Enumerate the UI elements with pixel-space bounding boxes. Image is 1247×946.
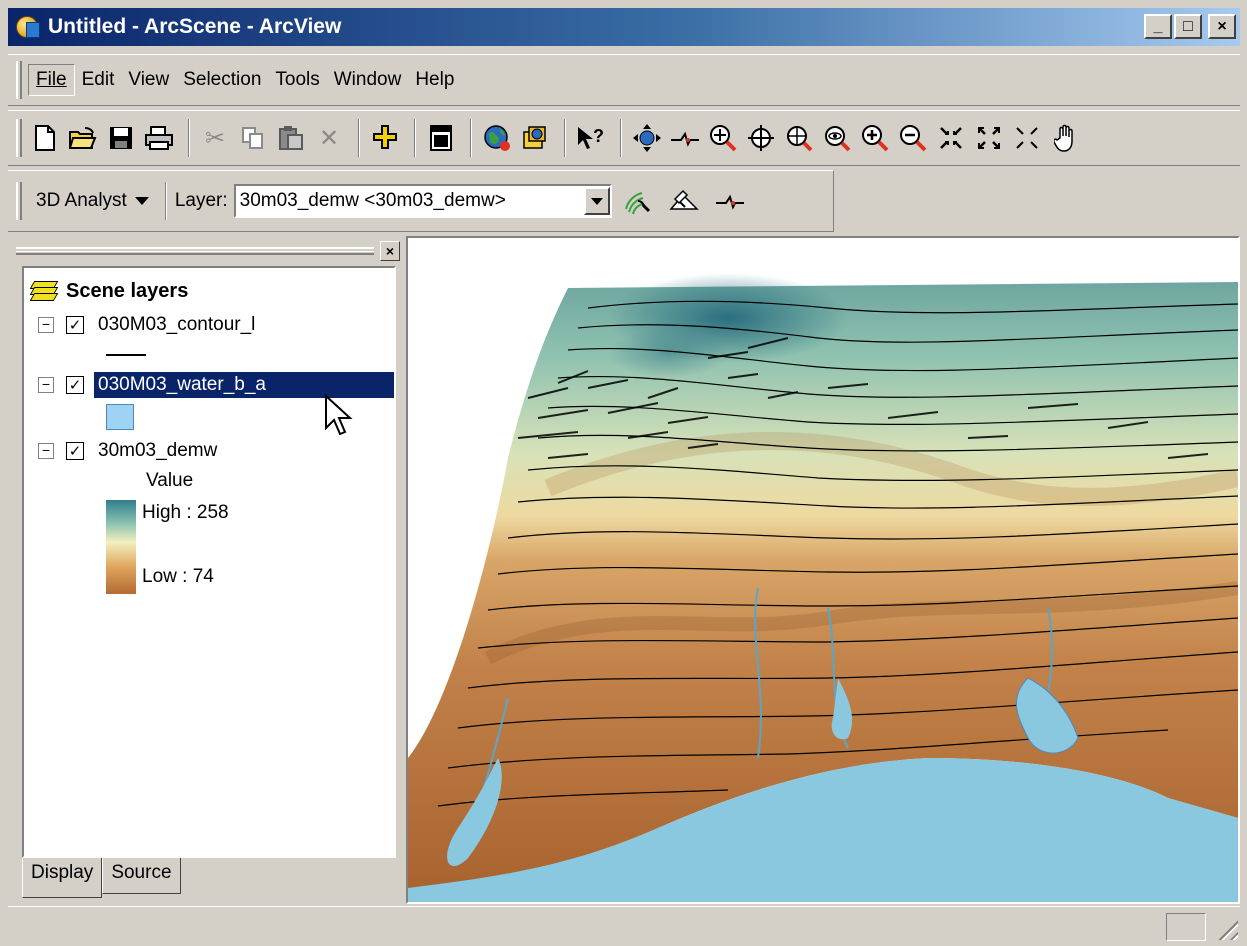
layer-row-contour[interactable]: − ✓ 030M03_contour_l	[24, 310, 259, 340]
layer-dropdown-button[interactable]	[583, 187, 610, 215]
toc-close-button[interactable]: ×	[380, 241, 400, 261]
chevron-down-icon	[590, 197, 603, 205]
tab-display[interactable]: Display	[22, 858, 103, 898]
collapse-icon[interactable]: −	[38, 317, 54, 333]
window-title: Untitled - ArcScene - ArcView	[48, 15, 342, 38]
chevron-down-icon	[134, 197, 149, 205]
interpolate-line-icon[interactable]	[710, 181, 750, 221]
resize-grip-icon[interactable]	[1214, 916, 1238, 940]
toolbar-grip[interactable]	[16, 119, 22, 157]
zoom-extent-icon[interactable]	[972, 118, 1006, 158]
standard-toolbar: ✂ ✕ ?	[8, 110, 1240, 166]
fly-icon[interactable]	[668, 118, 702, 158]
scene-layers-title: Scene layers	[66, 279, 189, 302]
table-of-contents: Scene layers − ✓ 030M03_contour_l − ✓ 03…	[22, 266, 396, 858]
open-folder-icon[interactable]	[66, 118, 100, 158]
layer-visibility-checkbox[interactable]: ✓	[66, 316, 84, 334]
set-observer-icon[interactable]	[820, 118, 854, 158]
terrain-surface[interactable]	[408, 238, 1238, 902]
zoom-out-icon[interactable]	[896, 118, 930, 158]
layer-visibility-checkbox[interactable]: ✓	[66, 442, 84, 460]
zoom-in-icon[interactable]	[858, 118, 892, 158]
layer-dropdown-value: 30m03_demw <30m03_demw>	[239, 190, 506, 211]
elevation-color-ramp	[106, 500, 136, 594]
arcscene-app-icon[interactable]	[16, 14, 42, 40]
globe-icon[interactable]	[480, 118, 514, 158]
menu-edit[interactable]: Edit	[75, 65, 122, 95]
copy-icon[interactable]	[236, 118, 270, 158]
window-controls: _ □ ×	[1144, 14, 1236, 39]
save-icon[interactable]	[104, 118, 138, 158]
scene-layers-header[interactable]: Scene layers	[24, 276, 188, 306]
svg-text:?: ?	[593, 126, 604, 146]
tab-source[interactable]: Source	[102, 858, 181, 894]
layer-row-dem[interactable]: − ✓ 30m03_demw	[24, 436, 221, 466]
layer-label: Layer:	[174, 190, 228, 211]
menu-file-label: File	[36, 69, 67, 90]
analyst-toolbar-grip[interactable]	[16, 182, 22, 220]
legend-high-label: High : 258	[142, 502, 229, 523]
zoom-extent-small-icon[interactable]	[1010, 118, 1044, 158]
menu-tools[interactable]: Tools	[268, 65, 326, 95]
menu-view[interactable]: View	[121, 65, 176, 95]
mouse-pointer-icon	[325, 394, 353, 436]
zoom-target-icon[interactable]	[706, 118, 740, 158]
status-pane	[1166, 913, 1206, 941]
3d-analyst-label: 3D Analyst	[36, 190, 127, 211]
legend-low-label: Low : 74	[142, 566, 214, 587]
collapse-icon[interactable]: −	[38, 377, 54, 393]
collapse-icon[interactable]: −	[38, 443, 54, 459]
steepest-path-icon[interactable]	[664, 181, 704, 221]
maximize-button[interactable]: □	[1174, 14, 1202, 39]
toolbar-separator	[414, 119, 416, 157]
title-bar: Untitled - ArcScene - ArcView _ □ ×	[8, 8, 1240, 46]
toolbar-separator	[470, 119, 472, 157]
menu-bar: File Edit View Selection Tools Window He…	[8, 54, 1240, 106]
menu-bar-grip[interactable]	[16, 61, 22, 99]
delete-icon[interactable]: ✕	[312, 118, 346, 158]
navigate-icon[interactable]	[630, 118, 664, 158]
toolbar-separator	[564, 119, 566, 157]
toolbar-separator	[164, 182, 167, 220]
toc-tabs: Display Source	[22, 858, 181, 898]
close-button[interactable]: ×	[1208, 14, 1236, 39]
3d-analyst-menu-button[interactable]: 3D Analyst	[28, 186, 157, 216]
water-fill-symbol	[106, 404, 134, 430]
print-icon[interactable]	[142, 118, 176, 158]
layers-icon	[29, 279, 60, 303]
layer-dropdown[interactable]: 30m03_demw <30m03_demw>	[233, 184, 612, 218]
toc-header: ×	[10, 238, 400, 264]
contour-tool-icon[interactable]	[618, 181, 658, 221]
new-document-icon[interactable]	[28, 118, 62, 158]
minimize-button[interactable]: _	[1144, 14, 1172, 39]
menu-selection[interactable]: Selection	[176, 65, 268, 95]
scene-properties-icon[interactable]	[424, 118, 458, 158]
paste-icon[interactable]	[274, 118, 308, 158]
status-bar	[8, 906, 1240, 942]
toolbar-separator	[188, 119, 190, 157]
center-target-icon[interactable]	[744, 118, 778, 158]
layer-name[interactable]: 30m03_demw	[94, 438, 221, 464]
contour-line-symbol	[106, 354, 146, 356]
pan-icon[interactable]	[1048, 118, 1082, 158]
cut-icon[interactable]: ✂	[198, 118, 232, 158]
legend-title: Value	[146, 470, 194, 491]
zoom-to-target-icon[interactable]	[782, 118, 816, 158]
3d-analyst-toolbar: 3D Analyst Layer: 30m03_demw <30m03_demw…	[8, 170, 834, 232]
layer-name[interactable]: 030M03_contour_l	[94, 312, 259, 338]
add-data-icon[interactable]	[368, 118, 402, 158]
toolbar-separator	[620, 119, 622, 157]
menu-help[interactable]: Help	[408, 65, 461, 95]
toc-drag-grip[interactable]	[16, 247, 374, 255]
scene-view[interactable]	[406, 236, 1240, 904]
menu-file[interactable]: File	[28, 64, 75, 96]
arccatalog-icon[interactable]	[518, 118, 552, 158]
whats-this-icon[interactable]: ?	[574, 118, 608, 158]
menu-window[interactable]: Window	[327, 65, 409, 95]
toolbar-separator	[358, 119, 360, 157]
layer-visibility-checkbox[interactable]: ✓	[66, 376, 84, 394]
full-extent-icon[interactable]	[934, 118, 968, 158]
